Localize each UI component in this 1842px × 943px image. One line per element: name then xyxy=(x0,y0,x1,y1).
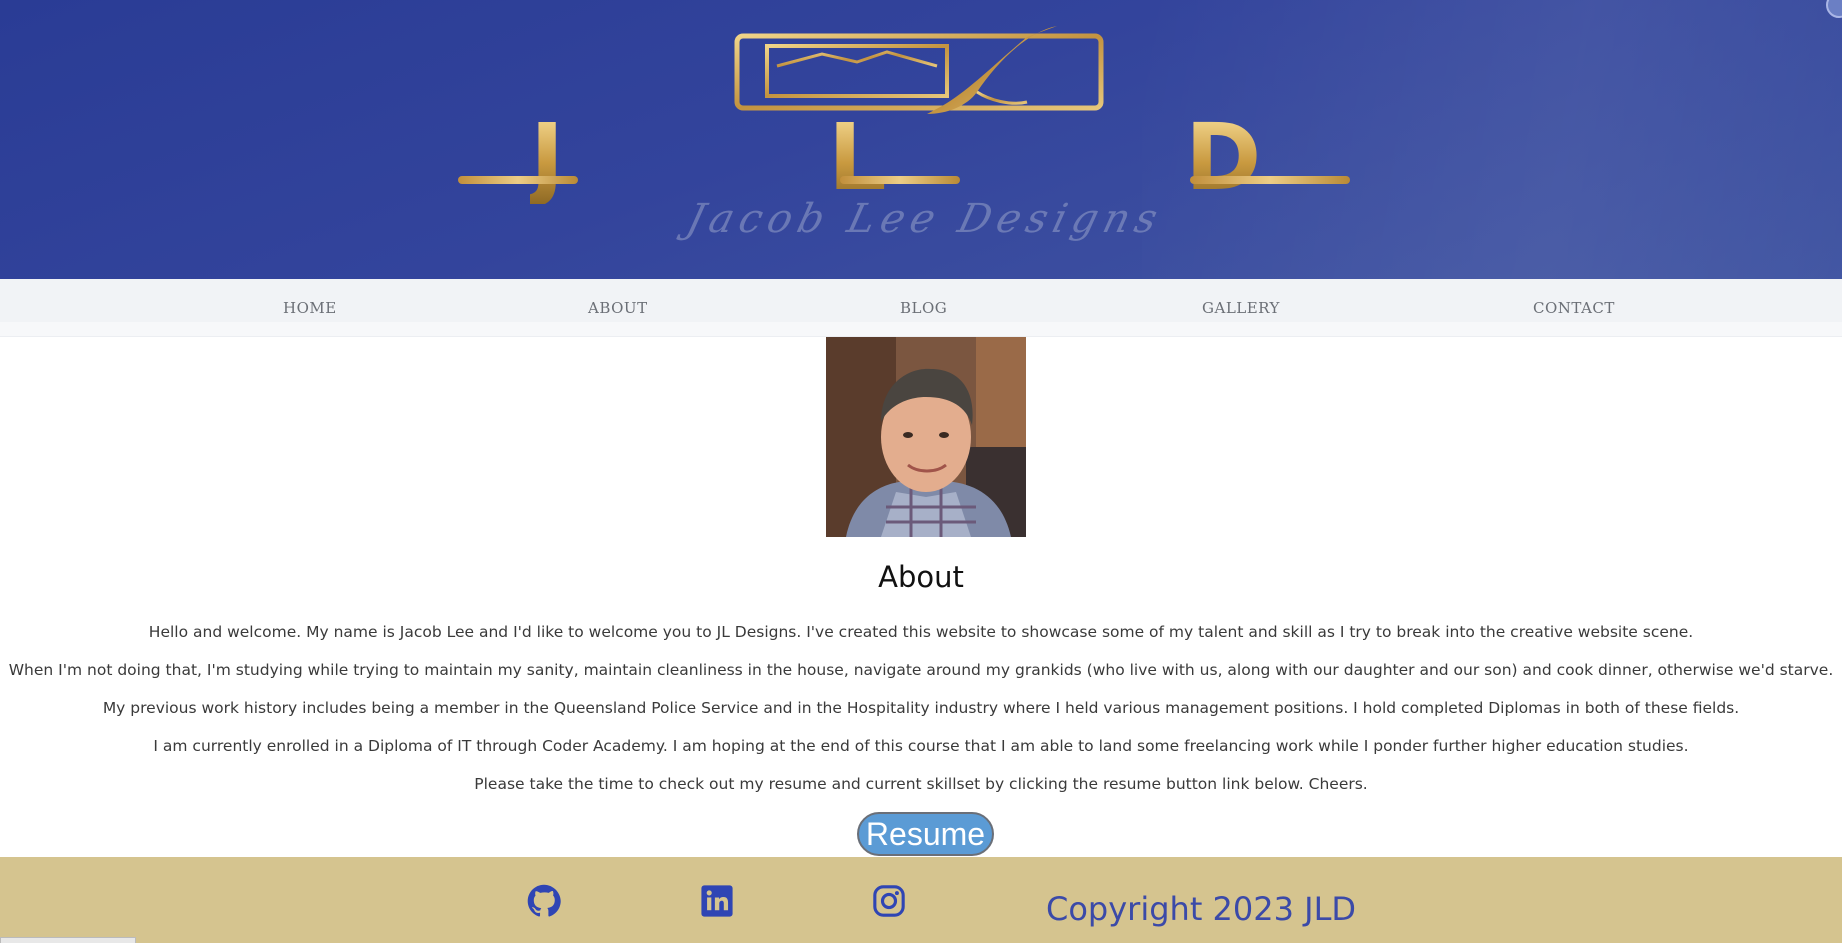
instagram-link[interactable] xyxy=(872,884,906,918)
logo-underline-right xyxy=(1190,176,1350,184)
nav-item-contact[interactable]: CONTACT xyxy=(1533,299,1615,317)
logo-underline-middle xyxy=(840,176,960,184)
logo-script-text: Jacob Lee Designs xyxy=(682,196,1168,242)
resume-button[interactable]: Resume xyxy=(857,812,994,856)
profile-photo xyxy=(826,337,1026,537)
logo-emblem xyxy=(734,26,1104,114)
github-icon xyxy=(527,884,561,917)
nav-item-about[interactable]: ABOUT xyxy=(588,299,648,317)
nav-item-gallery[interactable]: GALLERY xyxy=(1202,299,1280,317)
page-title: About xyxy=(878,560,964,594)
site-footer xyxy=(0,857,1842,943)
linkedin-icon xyxy=(701,885,733,917)
logo-letter-d: D xyxy=(1185,104,1262,211)
nav-item-blog[interactable]: BLOG xyxy=(900,299,947,317)
about-paragraph-1: Hello and welcome. My name is Jacob Lee … xyxy=(148,623,1694,641)
about-paragraph-5: Please take the time to check out my res… xyxy=(474,775,1368,793)
instagram-icon xyxy=(873,885,905,917)
nav-item-home[interactable]: HOME xyxy=(283,299,337,317)
browser-status-bar xyxy=(0,937,136,943)
about-paragraph-4: I am currently enrolled in a Diploma of … xyxy=(153,737,1689,755)
main-nav: HOME ABOUT BLOG GALLERY CONTACT xyxy=(0,279,1842,337)
site-header: J L D Jacob Lee Designs xyxy=(0,0,1842,279)
about-paragraph-3: My previous work history includes being … xyxy=(102,699,1740,717)
profile-photo-image xyxy=(826,337,1026,537)
linkedin-link[interactable] xyxy=(700,884,734,918)
about-paragraph-2: When I'm not doing that, I'm studying wh… xyxy=(8,661,1834,679)
logo-letter-l: L xyxy=(828,104,887,211)
github-link[interactable] xyxy=(527,884,561,918)
logo-underline-left xyxy=(458,176,578,184)
logo-letter-j: J xyxy=(530,104,565,211)
copyright-text: Copyright 2023 JLD xyxy=(1046,890,1357,928)
